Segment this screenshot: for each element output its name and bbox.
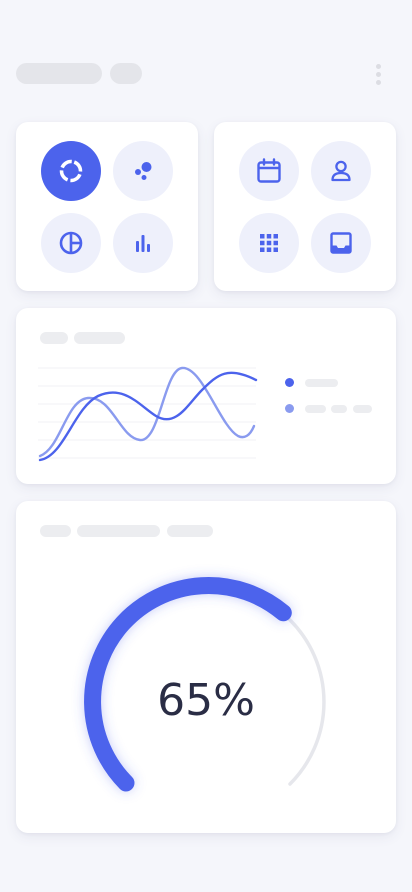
calendar-icon xyxy=(257,158,281,183)
legend-label-secondary-placeholder-3 xyxy=(353,405,372,413)
gauge-value-label: 65% xyxy=(157,675,255,726)
header-subtitle-placeholder xyxy=(110,63,142,84)
calendar-button[interactable] xyxy=(239,141,299,201)
chart-types-card xyxy=(16,122,198,291)
bubble-chart-icon xyxy=(135,162,152,180)
header-title-placeholder xyxy=(16,63,102,84)
series-line-secondary xyxy=(38,366,256,458)
progress-gauge-card: 65% xyxy=(16,501,396,833)
legend-label-primary-placeholder xyxy=(305,379,338,387)
inbox-button[interactable] xyxy=(311,213,371,273)
apps-button[interactable] xyxy=(239,213,299,273)
legend-dot-secondary xyxy=(285,404,294,413)
shortcuts-card xyxy=(214,122,396,291)
bar-chart-icon xyxy=(136,235,150,252)
legend-label-secondary-placeholder-1 xyxy=(305,405,326,413)
line-chart-card xyxy=(16,308,396,484)
inbox-icon xyxy=(330,232,352,254)
progress-gauge xyxy=(84,577,326,792)
bar-chart-button[interactable] xyxy=(113,213,173,273)
donut-chart-button[interactable] xyxy=(41,141,101,201)
legend-dot-primary xyxy=(285,378,294,387)
legend-label-secondary-placeholder-2 xyxy=(331,405,347,413)
more-vertical-icon[interactable] xyxy=(372,62,386,88)
apps-grid-icon xyxy=(260,234,278,252)
line-chart xyxy=(38,366,258,462)
user-icon xyxy=(331,160,351,182)
donut-chart-icon xyxy=(59,159,83,183)
profile-button[interactable] xyxy=(311,141,371,201)
pie-chart-icon xyxy=(59,231,83,255)
pie-chart-button[interactable] xyxy=(41,213,101,273)
bubble-chart-button[interactable] xyxy=(113,141,173,201)
